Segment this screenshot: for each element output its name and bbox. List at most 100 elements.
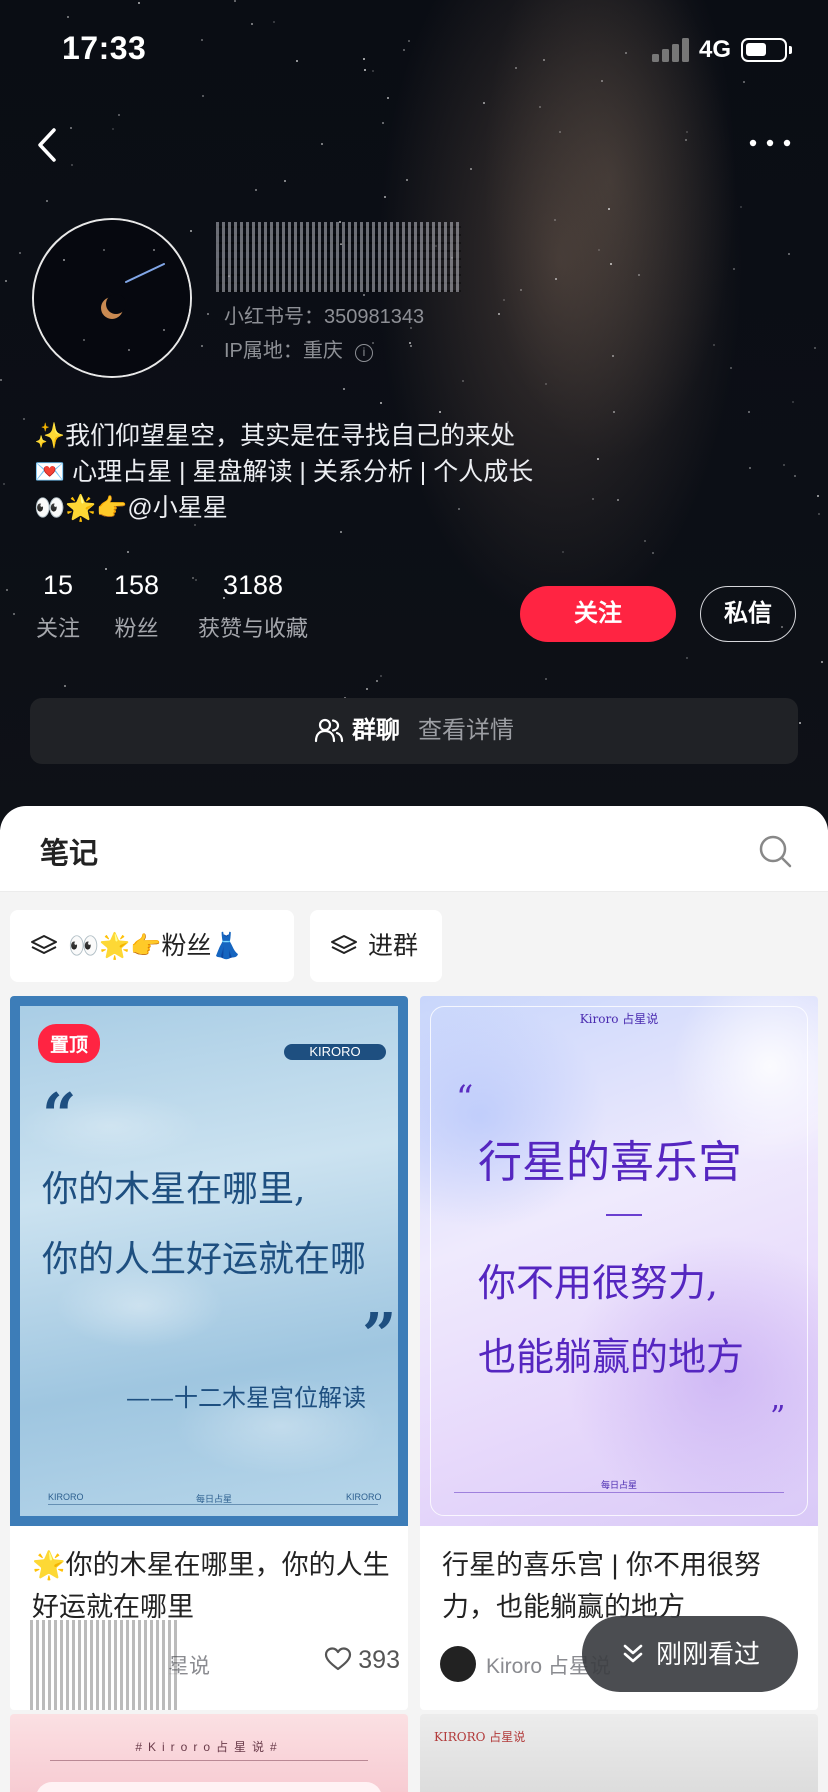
- star-decoration: [613, 411, 615, 413]
- stat-label: 粉丝: [114, 616, 159, 641]
- star-decoration: [406, 179, 408, 181]
- stat-number: 15: [42, 570, 74, 600]
- cover-footer: KIRORO: [48, 1492, 84, 1502]
- cover-text-line: 你的人生好运就在哪: [42, 1239, 367, 1280]
- star-decoration: [652, 552, 654, 554]
- notes-tab-bar: 笔记: [0, 806, 828, 892]
- status-time: 17:33: [62, 30, 147, 66]
- stat-label: 关注: [36, 616, 81, 641]
- status-bar: 17:33 4G: [0, 0, 828, 100]
- pinned-badge: 置顶: [38, 1024, 101, 1063]
- star-decoration: [410, 345, 412, 347]
- stat-likes-collections[interactable]: 3188 获赞与收藏: [198, 570, 308, 643]
- stat-following[interactable]: 15 关注: [36, 570, 80, 643]
- note-card[interactable]: #Kiroro占星说#: [10, 1714, 408, 1792]
- message-button[interactable]: 私信: [700, 586, 796, 642]
- star-decoration: [23, 418, 25, 420]
- star-decoration: [686, 657, 688, 659]
- star-decoration: [6, 589, 8, 591]
- profile-header-background: 17:33 4G 小红书号：350981343 IP属地：重庆 i ✨我们仰望星空…: [0, 0, 828, 830]
- quote-close-icon: ”: [362, 1301, 397, 1371]
- cover-brand: #Kiroro占星说#: [135, 1740, 283, 1754]
- group-chat-banner[interactable]: 群聊 查看详情: [30, 698, 798, 764]
- star-decoration: [366, 688, 368, 690]
- star-decoration: [794, 475, 796, 477]
- back-button[interactable]: [30, 120, 70, 170]
- cover-footer: 每日占星: [196, 1494, 233, 1504]
- group-chat-subtitle: 查看详情: [418, 717, 514, 744]
- star-decoration: [5, 280, 7, 282]
- star-decoration: [0, 379, 2, 381]
- like-count[interactable]: 393: [324, 1646, 400, 1679]
- star-decoration: [685, 139, 687, 141]
- ip-location: IP属地：重庆 i: [224, 334, 373, 363]
- like-count-value: 393: [358, 1646, 400, 1674]
- cover-brand: KIRORO: [284, 1044, 386, 1060]
- star-decoration: [545, 383, 547, 385]
- tab-notes[interactable]: 笔记: [40, 830, 98, 872]
- bio-line[interactable]: 👀🌟👉@小星星: [34, 490, 533, 526]
- star-decoration: [284, 180, 286, 182]
- more-options-icon[interactable]: [745, 128, 795, 158]
- heart-icon[interactable]: [324, 1646, 352, 1679]
- avatar[interactable]: [32, 218, 192, 378]
- star-decoration: [520, 289, 522, 291]
- info-icon[interactable]: i: [354, 344, 373, 362]
- star-decoration: [740, 206, 742, 208]
- star-decoration: [470, 168, 472, 170]
- star-decoration: [70, 127, 72, 129]
- note-card[interactable]: Kiroro 占星说 “ 行星的喜乐宫 你不用很努力, 也能躺赢的地方 ” 每日…: [420, 996, 818, 1710]
- star-decoration: [592, 498, 594, 500]
- star-decoration: [644, 540, 646, 542]
- star-decoration: [13, 613, 15, 615]
- star-decoration: [539, 106, 541, 108]
- star-decoration: [127, 551, 129, 553]
- signal-icon: [652, 38, 692, 62]
- note-title: 🌟你的木星在哪里，你的人生好运就在哪里: [32, 1550, 390, 1622]
- star-decoration: [818, 513, 820, 515]
- group-icon: [314, 703, 344, 769]
- collection-chip-join-group[interactable]: 进群: [310, 910, 442, 982]
- star-decoration: [498, 313, 500, 315]
- star-decoration: [46, 200, 48, 202]
- star-decoration: [382, 122, 384, 124]
- star-decoration: [380, 675, 382, 677]
- star-decoration: [713, 344, 715, 346]
- cover-divider: [606, 1214, 642, 1216]
- star-decoration: [799, 722, 801, 724]
- follow-button[interactable]: 关注: [520, 586, 676, 642]
- star-decoration: [71, 164, 73, 166]
- stat-label: 获赞与收藏: [198, 616, 309, 641]
- cover-footer: 每日占星: [600, 1480, 637, 1490]
- note-card[interactable]: 置顶 KIRORO “ 你的木星在哪里, 你的人生好运就在哪 ” ——十二木星宫…: [10, 996, 408, 1710]
- cover-text-line: 也能躺赢的地方: [478, 1335, 745, 1379]
- star-decoration: [792, 401, 794, 403]
- star-decoration: [612, 355, 614, 357]
- bio: ✨我们仰望星空，其实是在寻找自己的来处 💌 心理占星 | 星盘解读 | 关系分析…: [34, 418, 533, 526]
- star-decoration: [462, 380, 464, 382]
- star-decoration: [363, 294, 365, 296]
- search-icon[interactable]: [758, 834, 792, 868]
- layers-icon: [330, 915, 358, 987]
- collection-chip-fans[interactable]: 👀🌟👉粉丝👗: [10, 910, 294, 982]
- star-decoration: [733, 268, 735, 270]
- star-decoration: [788, 253, 790, 255]
- cover-panel: [36, 1782, 382, 1792]
- star-decoration: [545, 678, 547, 680]
- star-decoration: [343, 388, 345, 390]
- star-decoration: [686, 131, 688, 133]
- star-decoration: [384, 196, 386, 198]
- note-card[interactable]: KIRORO 占星说: [420, 1714, 818, 1792]
- cover-subtitle: ——十二木星宫位解读: [126, 1384, 366, 1412]
- star-decoration: [409, 342, 411, 344]
- ip-location-text: IP属地：重庆: [224, 340, 343, 362]
- bio-line: ✨我们仰望星空，其实是在寻找自己的来处: [34, 422, 516, 450]
- cover-footer: KIRORO: [346, 1492, 382, 1502]
- stat-followers[interactable]: 158 粉丝: [114, 570, 159, 643]
- star-decoration: [562, 551, 564, 553]
- author-avatar[interactable]: [440, 1646, 476, 1682]
- star-decoration: [817, 495, 819, 497]
- recently-viewed-button[interactable]: 刚刚看过: [582, 1616, 798, 1692]
- star-decoration: [207, 313, 209, 315]
- star-decoration: [255, 189, 257, 191]
